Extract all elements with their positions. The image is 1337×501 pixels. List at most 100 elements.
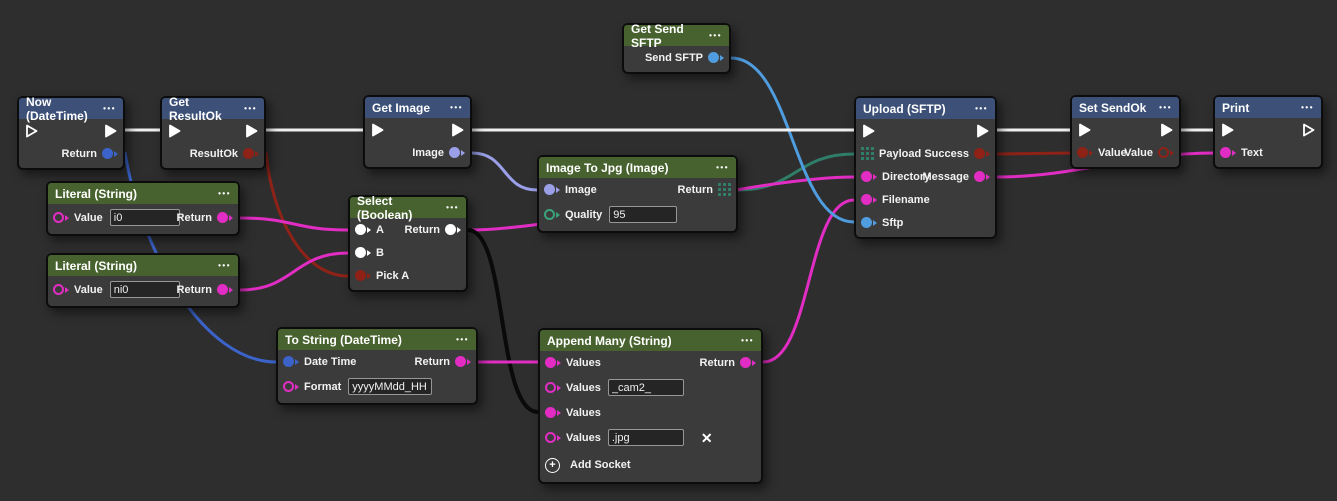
node-append-many-string[interactable]: Append Many (String)•••ValuesReturnValue… (538, 328, 763, 484)
select-boolean-header[interactable]: Select (Boolean)••• (350, 197, 466, 218)
get-image-header[interactable]: Get Image••• (365, 97, 470, 118)
get-resultok-menu-icon[interactable]: ••• (244, 104, 257, 113)
append-many-string-return-output-pin[interactable] (740, 357, 756, 368)
to-string-datetime-menu-icon[interactable]: ••• (456, 335, 469, 344)
to-string-datetime-return-output-pin[interactable] (455, 356, 471, 367)
literal-string-1-header[interactable]: Literal (String)••• (48, 183, 238, 204)
set-sendok-header[interactable]: Set SendOk••• (1072, 97, 1179, 118)
node-set-sendok[interactable]: Set SendOk•••ValueValue (1070, 95, 1181, 169)
get-image-exec-in-pin[interactable] (370, 122, 385, 138)
node-get-send-sftp[interactable]: Get Send SFTP•••Send SFTP (622, 23, 731, 74)
literal-string-2-value-field[interactable] (110, 281, 180, 298)
image-to-jpg-header[interactable]: Image To Jpg (Image)••• (539, 157, 736, 178)
wire-appendmany-return-to-upload-filename[interactable] (763, 200, 854, 362)
append-many-string-add-socket-button[interactable]: +Add Socket (545, 458, 633, 473)
set-sendok-exec-in-pin[interactable] (1077, 122, 1092, 138)
get-send-sftp-send-sftp-output-pin[interactable] (708, 52, 724, 63)
to-string-datetime-date-time-input-pin[interactable] (283, 356, 299, 367)
node-literal-string-2[interactable]: Literal (String)•••ValueReturn (46, 253, 240, 308)
print-header[interactable]: Print••• (1215, 97, 1321, 118)
node-select-boolean[interactable]: Select (Boolean)•••AReturnBPick A (348, 195, 468, 292)
literal-string-2-menu-icon[interactable]: ••• (218, 261, 231, 270)
upload-sftp-filename-input-pin[interactable] (861, 194, 877, 205)
append-many-string-values-input-pin[interactable] (545, 407, 561, 418)
upload-sftp-menu-icon[interactable]: ••• (975, 104, 988, 113)
set-sendok-menu-icon[interactable]: ••• (1159, 103, 1172, 112)
node-now-datetime[interactable]: Now (DateTime)•••Return (17, 96, 125, 170)
to-string-datetime-format-input-pin[interactable] (283, 381, 299, 392)
upload-sftp-exec-in-pin[interactable] (861, 123, 876, 139)
get-send-sftp-menu-icon[interactable]: ••• (709, 31, 722, 40)
image-to-jpg-quality-input-pin[interactable] (544, 209, 560, 220)
upload-sftp-exec-out-pin[interactable] (975, 123, 990, 139)
wire-select-return-to-appendmany-values3[interactable] (468, 230, 538, 412)
append-many-string-values-field[interactable] (608, 379, 684, 396)
select-boolean-return-output-pin[interactable] (445, 224, 461, 235)
to-string-datetime-header[interactable]: To String (DateTime)••• (278, 329, 476, 350)
node-image-to-jpg[interactable]: Image To Jpg (Image)•••ImageReturnQualit… (537, 155, 738, 233)
now-datetime-return-output-pin[interactable] (102, 148, 118, 159)
literal-string-1-value-input-pin[interactable] (53, 212, 69, 223)
node-editor-canvas[interactable]: Now (DateTime)•••Return Get ResultOk•••Re… (0, 0, 1337, 501)
node-to-string-datetime[interactable]: To String (DateTime)•••Date TimeReturnFo… (276, 327, 478, 405)
append-many-string-remove-socket-icon[interactable]: ✕ (701, 431, 713, 445)
print-text-input-pin[interactable] (1220, 147, 1236, 158)
literal-string-2-return-output-pin[interactable] (217, 284, 233, 295)
select-boolean-menu-icon[interactable]: ••• (446, 203, 459, 212)
to-string-datetime-format-field[interactable] (348, 378, 432, 395)
upload-sftp-payload-input-pin[interactable] (861, 147, 874, 160)
select-boolean-b-input-pin[interactable] (355, 247, 371, 258)
node-get-image[interactable]: Get Image•••Image (363, 95, 472, 169)
set-sendok-value-output-pin[interactable] (1158, 147, 1174, 158)
wire-literal1-return-to-select-a[interactable] (240, 218, 348, 230)
get-resultok-exec-out-pin[interactable] (244, 123, 259, 139)
now-datetime-exec-out-pin[interactable] (103, 123, 118, 139)
image-to-jpg-quality-field[interactable] (609, 206, 677, 223)
get-send-sftp-header[interactable]: Get Send SFTP••• (624, 25, 729, 46)
image-to-jpg-return-output-pin[interactable] (718, 183, 731, 196)
upload-sftp-message-output-pin[interactable] (974, 171, 990, 182)
upload-sftp-header[interactable]: Upload (SFTP)••• (856, 98, 995, 119)
upload-sftp-sftp-input-pin[interactable] (861, 217, 877, 228)
wire-getresultok-to-select-picka[interactable] (266, 153, 348, 276)
append-many-string-values-field[interactable] (608, 429, 684, 446)
now-datetime-header[interactable]: Now (DateTime)••• (19, 98, 123, 119)
get-resultok-resultok-output-pin[interactable] (243, 148, 259, 159)
node-literal-string-1[interactable]: Literal (String)•••ValueReturn (46, 181, 240, 236)
append-many-string-values-input-pin[interactable] (545, 382, 561, 393)
node-upload-sftp[interactable]: Upload (SFTP)•••PayloadSuccessDirectoryM… (854, 96, 997, 239)
wire-getimage-to-imagetojpg[interactable] (472, 153, 537, 190)
literal-string-1-value-field[interactable] (110, 209, 180, 226)
literal-string-1-return-output-pin[interactable] (217, 212, 233, 223)
upload-sftp-success-output-pin[interactable] (974, 148, 990, 159)
append-many-string-header[interactable]: Append Many (String)••• (540, 330, 761, 351)
now-datetime-exec-in-pin[interactable] (24, 123, 39, 139)
node-print[interactable]: Print•••Text (1213, 95, 1323, 169)
literal-string-1-menu-icon[interactable]: ••• (218, 189, 231, 198)
set-sendok-exec-out-pin[interactable] (1159, 122, 1174, 138)
now-datetime-menu-icon[interactable]: ••• (103, 104, 116, 113)
get-image-menu-icon[interactable]: ••• (450, 103, 463, 112)
image-to-jpg-image-input-pin[interactable] (544, 184, 560, 195)
print-exec-out-pin[interactable] (1301, 122, 1316, 138)
get-resultok-exec-in-pin[interactable] (167, 123, 182, 139)
wire-upload-success-to-setsendok-value[interactable] (997, 153, 1070, 154)
image-to-jpg-menu-icon[interactable]: ••• (716, 163, 729, 172)
set-sendok-value-input-pin[interactable] (1077, 147, 1093, 158)
wire-literal2-return-to-select-b[interactable] (240, 253, 348, 290)
node-get-resultok[interactable]: Get ResultOk•••ResultOk (160, 96, 266, 170)
get-image-exec-out-pin[interactable] (450, 122, 465, 138)
append-many-string-values-input-pin[interactable] (545, 357, 561, 368)
append-many-string-values-input-pin[interactable] (545, 432, 561, 443)
wire-imagetojpg-return-to-upload-payload[interactable] (738, 154, 854, 190)
literal-string-2-header[interactable]: Literal (String)••• (48, 255, 238, 276)
wire-getsendsftp-to-upload-sftp[interactable] (731, 58, 854, 222)
literal-string-2-value-input-pin[interactable] (53, 284, 69, 295)
get-resultok-header[interactable]: Get ResultOk••• (162, 98, 264, 119)
print-menu-icon[interactable]: ••• (1301, 103, 1314, 112)
get-image-image-output-pin[interactable] (449, 147, 465, 158)
print-exec-in-pin[interactable] (1220, 122, 1235, 138)
upload-sftp-directory-input-pin[interactable] (861, 171, 877, 182)
select-boolean-a-input-pin[interactable] (355, 224, 371, 235)
select-boolean-pick-a-input-pin[interactable] (355, 270, 371, 281)
